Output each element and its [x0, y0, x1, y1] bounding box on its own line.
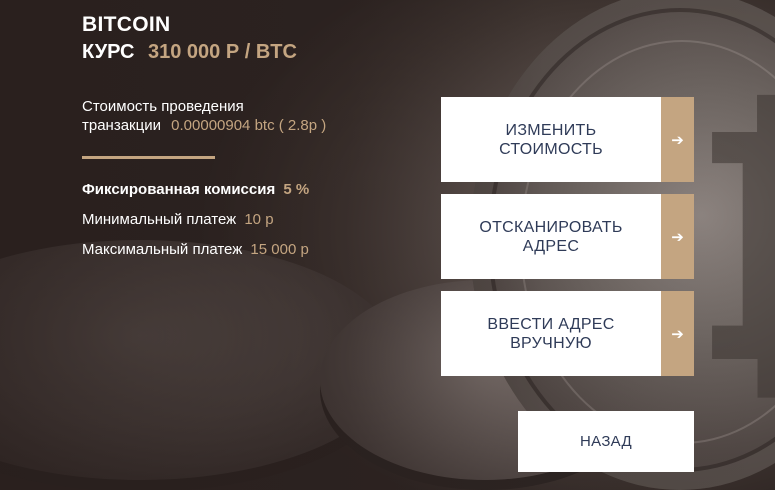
rate-label: КУРС	[82, 41, 135, 63]
rate-value: 310 000 Р / BTC	[148, 41, 297, 63]
transaction-cost-label-line1: Стоимость проведения	[82, 98, 244, 115]
divider	[82, 156, 215, 159]
button-label-line1: ВВЕСТИ АДРЕС	[487, 315, 615, 333]
enter-address-manually-button[interactable]: ВВЕСТИ АДРЕС ВРУЧНУЮ ➔	[441, 291, 694, 376]
fee-fixed-commission: Фиксированная комиссия 5 %	[82, 181, 309, 198]
fee-value: 15 000 р	[250, 241, 309, 258]
transaction-cost: Стоимость проведения транзакции 0.000009…	[82, 97, 412, 135]
exchange-rate: КУРС 310 000 Р / BTC	[82, 41, 297, 64]
button-label: ВВЕСТИ АДРЕС ВРУЧНУЮ	[441, 291, 661, 376]
fee-value: 10 р	[244, 211, 274, 228]
button-label: ОТСКАНИРОВАТЬ АДРЕС	[441, 194, 661, 279]
arrow-right-icon: ➔	[661, 194, 694, 279]
arrow-right-icon: ➔	[661, 97, 694, 182]
scan-address-button[interactable]: ОТСКАНИРОВАТЬ АДРЕС ➔	[441, 194, 694, 279]
fee-maximum-payment: Максимальный платеж 15 000 р	[82, 241, 309, 258]
transaction-cost-line2: транзакции 0.00000904 btc ( 2.8р )	[82, 116, 412, 135]
button-label: ИЗМЕНИТЬ СТОИМОСТЬ	[441, 97, 661, 182]
button-label-line2: СТОИМОСТЬ	[499, 140, 603, 158]
fee-minimum-payment: Минимальный платеж 10 р	[82, 211, 274, 228]
transaction-cost-label-line2: транзакции	[82, 117, 161, 134]
back-button[interactable]: НАЗАД	[518, 411, 694, 472]
button-label-line1: ИЗМЕНИТЬ	[505, 121, 597, 139]
arrow-right-icon: ➔	[661, 291, 694, 376]
change-cost-button[interactable]: ИЗМЕНИТЬ СТОИМОСТЬ ➔	[441, 97, 694, 182]
fee-label: Минимальный платеж	[82, 211, 237, 228]
fee-label: Фиксированная комиссия	[82, 181, 276, 198]
button-label-line1: ОТСКАНИРОВАТЬ	[479, 218, 623, 236]
transaction-cost-value: 0.00000904 btc ( 2.8р )	[171, 117, 327, 134]
button-label-line2: ВРУЧНУЮ	[510, 334, 592, 352]
fee-value: 5 %	[283, 181, 310, 198]
fee-label: Максимальный платеж	[82, 241, 243, 258]
button-label-line2: АДРЕС	[522, 237, 580, 255]
page-title: BITCOIN	[82, 13, 171, 36]
